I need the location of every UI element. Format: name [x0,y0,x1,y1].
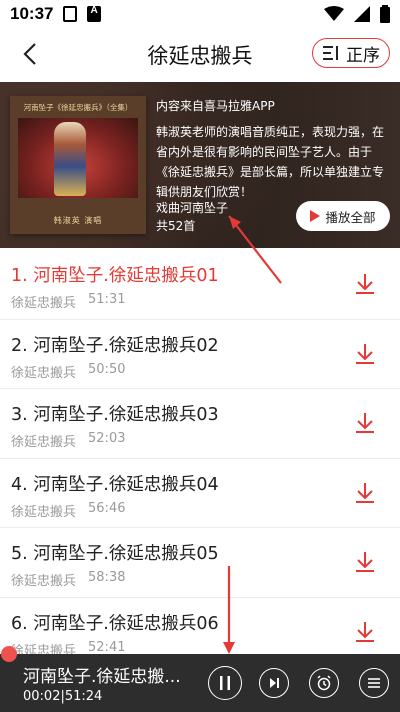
track-title: 4. 河南坠子.徐延忠搬兵04 [11,474,219,495]
download-icon[interactable] [354,272,376,296]
track-duration: 56:46 [88,500,126,516]
track-list: 1. 河南坠子.徐延忠搬兵01 徐延忠搬兵 51:31 2. 河南坠子.徐延忠搬… [0,250,400,667]
track-duration: 50:50 [88,361,126,377]
album-cover[interactable]: 河南坠子《徐延忠搬兵》（全集） 韩淑英 演唱 [10,96,146,234]
signal-icon [354,6,370,22]
track-duration: 51:31 [88,292,126,307]
download-icon[interactable] [354,411,376,435]
track-album: 徐延忠搬兵 [11,435,77,450]
list-item[interactable]: 3. 河南坠子.徐延忠搬兵03 徐延忠搬兵 52:03 [0,389,400,459]
download-icon[interactable] [354,481,376,505]
play-icon [310,210,321,222]
app-notification-icon [87,5,102,22]
download-icon[interactable] [354,620,376,644]
notification-icon [63,6,78,22]
play-all-button[interactable]: 播放全部 [296,201,390,231]
album-description: 韩淑英老师的演唱音质纯正，表现力强，在省内外是很有影响的民间坠子艺人。由于《徐延… [156,125,385,199]
track-duration: 52:03 [88,431,126,446]
track-title: 5. 河南坠子.徐延忠搬兵05 [11,544,219,564]
play-all-label: 播放全部 [325,209,376,225]
album-count: 共52首 [156,219,196,233]
sort-label: 正序 [346,45,380,66]
pause-button[interactable] [208,666,242,700]
list-item[interactable]: 5. 河南坠子.徐延忠搬兵05 徐延忠搬兵 58:38 [0,528,400,598]
album-source: 内容来自喜马拉雅APP [156,99,275,113]
track-title: 2. 河南坠子.徐延忠搬兵02 [11,335,219,356]
sort-icon [323,46,338,60]
cover-caption: 河南坠子《徐延忠搬兵》（全集） [23,103,133,112]
playlist-button[interactable] [359,668,389,698]
progress-indicator[interactable] [1,646,17,662]
battery-icon [380,5,390,23]
wifi-icon [324,6,344,21]
track-duration: 58:38 [88,570,126,585]
mini-player[interactable]: 河南坠子.徐延忠搬... 00:02|51:24 [0,654,400,712]
status-bar: 10:37 [0,0,400,28]
list-item[interactable]: 2. 河南坠子.徐延忠搬兵02 徐延忠搬兵 50:50 [0,320,400,389]
menu-icon [368,678,380,688]
alarm-clock-icon [317,675,331,691]
cover-sub-caption: 韩淑英 演唱 [53,216,103,225]
status-time: 10:37 [10,4,54,23]
pause-icon [220,676,230,690]
track-title: 1. 河南坠子.徐延忠搬兵01 [11,266,219,286]
track-album: 徐延忠搬兵 [11,504,77,520]
track-album: 徐延忠搬兵 [11,574,77,589]
album-meta: 戏曲河南坠子 共52首 [156,199,228,235]
list-item[interactable]: 4. 河南坠子.徐延忠搬兵04 徐延忠搬兵 56:46 [0,459,400,528]
album-banner: 河南坠子《徐延忠搬兵》（全集） 韩淑英 演唱 内容来自喜马拉雅APP 韩淑英老师… [0,82,400,248]
album-info: 内容来自喜马拉雅APP 韩淑英老师的演唱音质纯正，表现力强，在省内外是很有影响的… [156,96,392,202]
timer-button[interactable] [309,668,339,698]
header: 徐延忠搬兵 正序 [0,28,400,80]
track-album: 徐延忠搬兵 [11,296,77,311]
next-icon [270,678,279,688]
track-title: 3. 河南坠子.徐延忠搬兵03 [11,405,219,425]
track-album: 徐延忠搬兵 [11,365,77,381]
now-playing-title: 河南坠子.徐延忠搬... [23,667,181,687]
track-title: 6. 河南坠子.徐延忠搬兵06 [11,613,219,634]
status-left: 10:37 [10,4,102,24]
list-item[interactable]: 1. 河南坠子.徐延忠搬兵01 徐延忠搬兵 51:31 [0,250,400,320]
now-playing-time: 00:02|51:24 [23,689,103,704]
album-category: 戏曲河南坠子 [156,201,229,215]
cover-performer [54,122,86,196]
sort-order-button[interactable]: 正序 [312,38,390,68]
download-icon[interactable] [354,342,376,366]
next-button[interactable] [259,668,289,698]
download-icon[interactable] [354,550,376,574]
status-right [324,5,390,23]
